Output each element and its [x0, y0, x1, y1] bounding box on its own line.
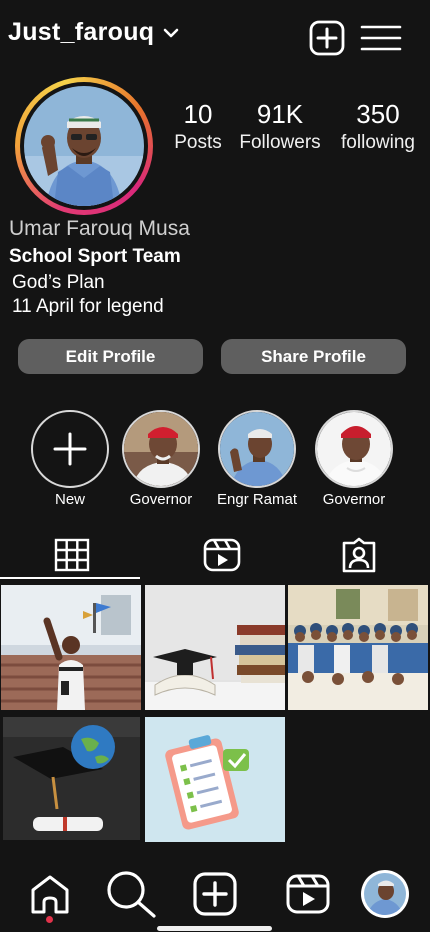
- post-thumbnail[interactable]: [145, 717, 285, 842]
- highlight-cover: [315, 410, 393, 488]
- post-thumbnail[interactable]: [3, 717, 140, 840]
- profile-category: School Sport Team: [9, 246, 181, 267]
- username-label: Just_farouq: [8, 18, 155, 46]
- nav-reels[interactable]: [282, 868, 334, 920]
- nav-profile[interactable]: [359, 868, 411, 920]
- tab-tagged[interactable]: [287, 530, 430, 580]
- tab-posts-grid[interactable]: [0, 530, 143, 580]
- followers-count: 91K: [256, 99, 304, 129]
- followers-label: Followers: [239, 132, 321, 153]
- tagged-icon: [342, 537, 375, 573]
- profile-avatar[interactable]: [15, 77, 153, 215]
- highlight-engr-ramat[interactable]: Engr Ramat: [217, 410, 297, 508]
- plus-icon: [53, 432, 87, 466]
- notification-dot: [46, 916, 53, 923]
- top-bar: Just_farouq: [0, 0, 430, 70]
- chevron-down-icon: [164, 28, 179, 37]
- nav-create[interactable]: [189, 868, 241, 920]
- profile-bio: Umar Farouq Musa School Sport Team God’s…: [9, 216, 419, 319]
- reels-icon: [203, 538, 240, 572]
- highlight-label: New: [54, 491, 85, 508]
- bio-line: 11 April for legend: [12, 296, 164, 317]
- nav-home[interactable]: [24, 868, 76, 920]
- nav-search[interactable]: [104, 868, 156, 920]
- home-indicator: [157, 926, 272, 931]
- bio-line: God’s Plan: [12, 272, 105, 293]
- following-count: 350: [356, 99, 400, 129]
- search-icon: [107, 871, 156, 918]
- home-icon: [31, 875, 69, 914]
- following-label: following: [341, 132, 415, 153]
- highlight-governor-1[interactable]: Governor: [121, 410, 201, 508]
- highlight-label: Engr Ramat: [217, 491, 298, 508]
- highlight-label: Governor: [129, 491, 193, 508]
- highlight-label: Governor: [322, 491, 386, 508]
- profile-photo: [24, 86, 144, 206]
- highlight-new[interactable]: New: [30, 410, 110, 508]
- menu-icon[interactable]: [360, 20, 402, 56]
- new-post-icon[interactable]: [309, 20, 345, 56]
- post-thumbnail[interactable]: [145, 585, 285, 710]
- create-icon: [193, 872, 237, 916]
- active-tab-indicator: [0, 577, 140, 579]
- post-thumbnail[interactable]: [288, 585, 428, 710]
- post-thumbnail[interactable]: [1, 585, 141, 710]
- reels-icon: [286, 874, 330, 914]
- following-stat[interactable]: 350 following: [332, 98, 424, 156]
- full-name: Umar Farouq Musa: [9, 217, 190, 240]
- edit-profile-button[interactable]: Edit Profile: [18, 339, 203, 374]
- profile-avatar: [361, 870, 409, 918]
- highlight-cover: [218, 410, 296, 488]
- tab-reels[interactable]: [150, 530, 293, 580]
- highlight-cover: [122, 410, 200, 488]
- posts-label: Posts: [174, 132, 222, 153]
- content-tabs: [0, 530, 430, 582]
- grid-icon: [54, 538, 89, 572]
- posts-count: 10: [183, 99, 213, 129]
- followers-stat[interactable]: 91K Followers: [232, 98, 328, 156]
- highlight-governor-2[interactable]: Governor: [314, 410, 394, 508]
- share-profile-button[interactable]: Share Profile: [221, 339, 406, 374]
- bottom-navigation: [0, 864, 430, 924]
- posts-stat[interactable]: 10 Posts: [168, 98, 228, 156]
- account-switcher[interactable]: Just_farouq: [8, 18, 180, 47]
